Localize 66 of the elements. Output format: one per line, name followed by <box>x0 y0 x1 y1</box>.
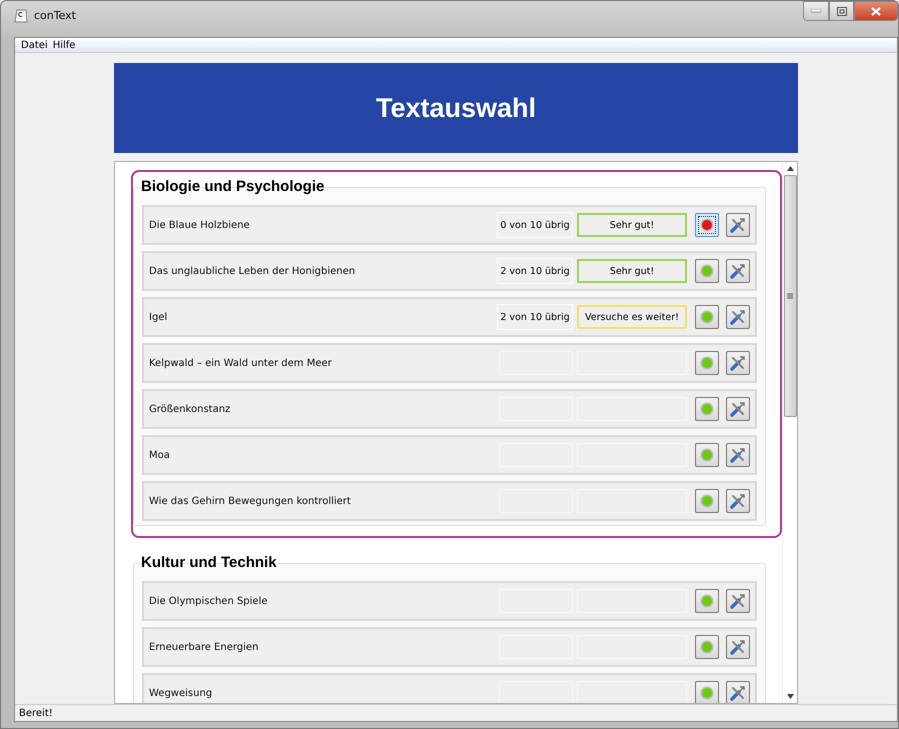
status-light-icon <box>700 448 714 462</box>
scrollbar[interactable] <box>782 162 797 703</box>
status-light-icon <box>700 494 714 508</box>
text-title: Größenkonstanz <box>149 404 232 414</box>
status-light-icon <box>700 402 714 416</box>
text-title: Kelpwald – ein Wald unter dem Meer <box>149 358 333 368</box>
tools-button[interactable] <box>726 443 750 467</box>
remaining-count: 0 von 10 übrig <box>497 212 573 238</box>
status-light-icon <box>700 218 714 232</box>
status-light-icon <box>700 264 714 278</box>
minimize-button[interactable] <box>803 1 829 21</box>
status-text: Bereit! <box>19 708 53 718</box>
status-light-icon <box>700 310 714 324</box>
tools-button[interactable] <box>726 351 750 375</box>
tools-icon <box>729 592 747 610</box>
remaining-count: 2 von 10 übrig <box>497 258 573 284</box>
close-icon <box>871 6 881 16</box>
app-icon <box>14 9 28 23</box>
tools-icon <box>729 262 747 280</box>
tools-icon <box>729 638 747 656</box>
feedback-label: Sehr gut! <box>577 213 687 237</box>
close-button[interactable] <box>854 1 898 21</box>
tools-button[interactable] <box>726 397 750 421</box>
group-title: Kultur und Technik <box>141 554 278 571</box>
text-title: Das unglaubliche Leben der Honigbienen <box>149 266 356 276</box>
text-title: Moa <box>149 450 171 460</box>
text-title: Wegweisung <box>149 688 214 698</box>
tools-icon <box>729 684 747 702</box>
page-title: Textauswahl <box>376 92 536 124</box>
text-title: Die Blaue Holzbiene <box>149 220 251 230</box>
scroll-down-icon[interactable] <box>786 694 794 699</box>
tools-icon <box>729 400 747 418</box>
tools-icon <box>729 446 747 464</box>
tools-button[interactable] <box>726 213 750 237</box>
tools-button[interactable] <box>726 489 750 513</box>
remaining-count: 2 von 10 übrig <box>497 304 573 330</box>
status-light-icon <box>700 356 714 370</box>
menu-item[interactable]: Hilfe <box>52 40 76 50</box>
text-title: Igel <box>149 312 168 322</box>
tools-icon <box>729 354 747 372</box>
tools-icon <box>729 492 747 510</box>
status-light-button[interactable] <box>695 213 719 237</box>
tools-button[interactable] <box>726 589 750 613</box>
text-title: Wie das Gehirn Bewegungen kontrolliert <box>149 496 352 506</box>
tools-button[interactable] <box>726 305 750 329</box>
status-light-icon <box>700 640 714 654</box>
scroll-thumb[interactable] <box>784 175 796 417</box>
text-title: Die Olympischen Spiele <box>149 596 269 606</box>
window-title: conText <box>34 9 76 22</box>
tools-icon <box>729 308 747 326</box>
feedback-label: Sehr gut! <box>577 259 687 283</box>
feedback-label: Versuche es weiter! <box>577 305 687 329</box>
tools-button[interactable] <box>726 635 750 659</box>
menu-item[interactable]: Datei <box>21 40 48 50</box>
minimize-icon <box>811 9 821 13</box>
group-title: Biologie und Psychologie <box>141 178 326 195</box>
tools-icon <box>729 216 747 234</box>
scroll-up-icon[interactable] <box>786 166 794 171</box>
grip-icon <box>787 293 793 299</box>
text-title: Erneuerbare Energien <box>149 642 260 652</box>
tools-button[interactable] <box>726 681 750 703</box>
maximize-icon <box>836 6 846 16</box>
maximize-button[interactable] <box>829 1 854 21</box>
status-light-icon <box>700 686 714 700</box>
status-light-icon <box>700 594 714 608</box>
tools-button[interactable] <box>726 259 750 283</box>
